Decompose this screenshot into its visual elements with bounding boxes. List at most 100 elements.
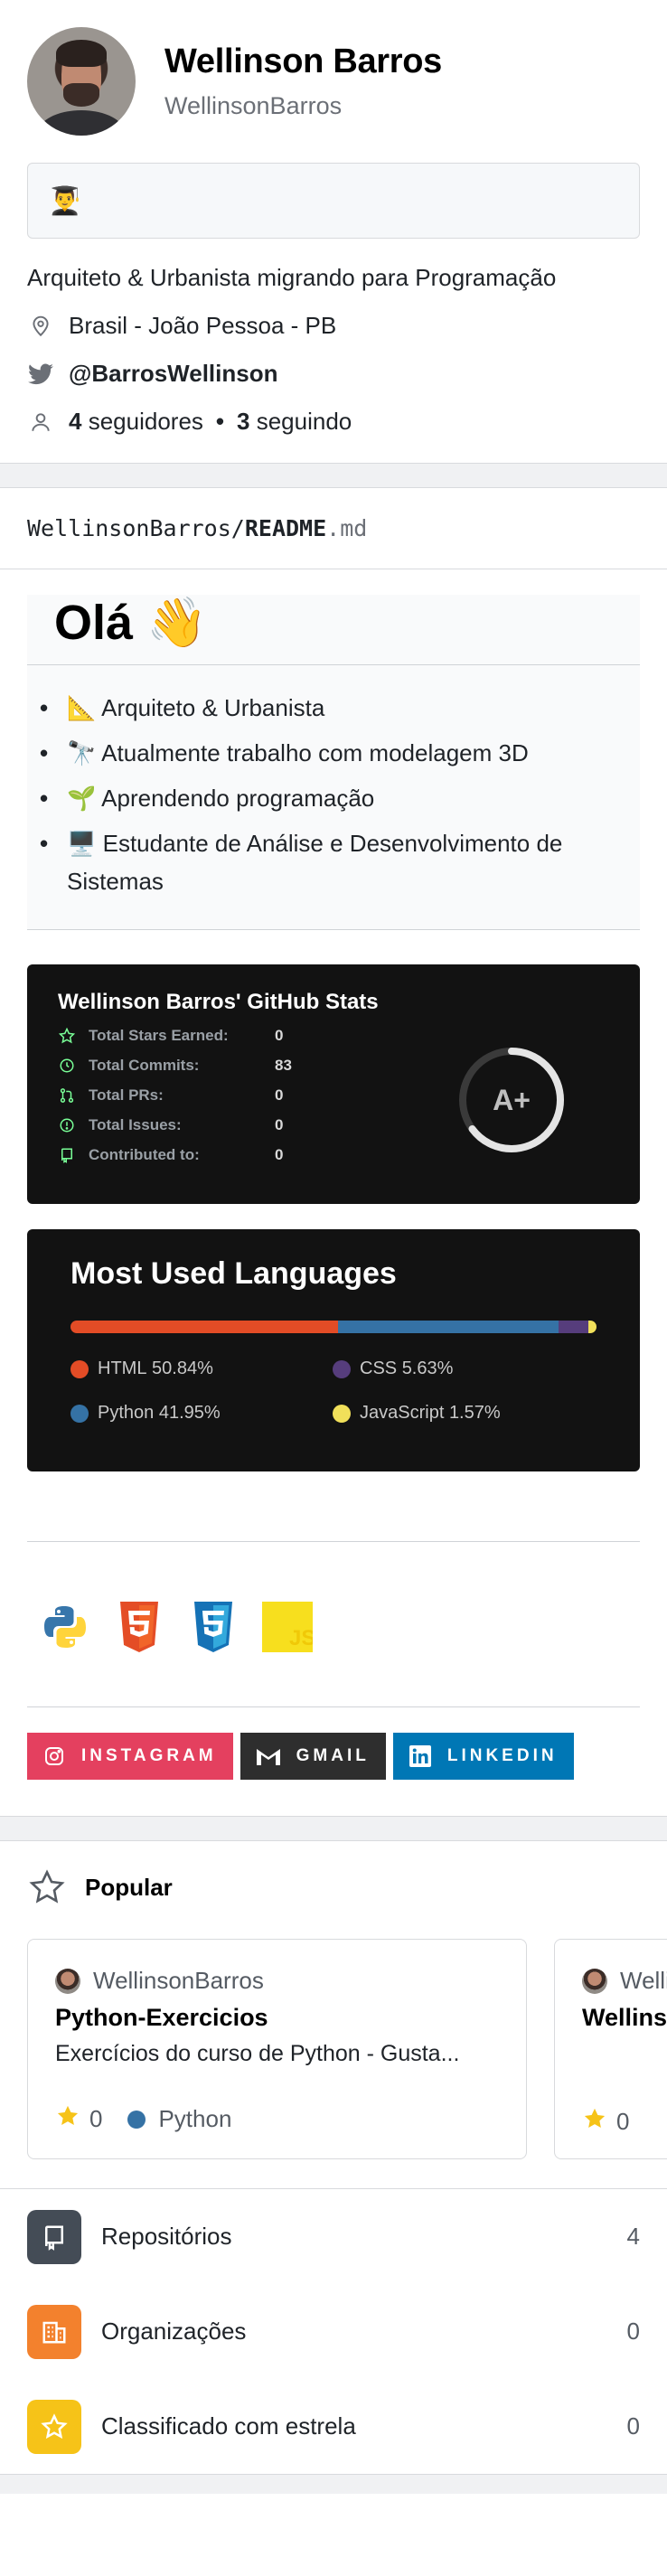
readme-ext: .md <box>326 515 368 541</box>
section-divider <box>0 1816 667 1841</box>
repo-card[interactable]: WellinsonBarros WellinsonBarros 0 <box>554 1939 667 2159</box>
language-bar-segment-html <box>70 1321 338 1333</box>
javascript-icon[interactable]: JS <box>262 1602 313 1652</box>
readme-owner[interactable]: WellinsonBarros <box>27 515 231 541</box>
stats-title: Wellinson Barros' GitHub Stats <box>58 990 379 1014</box>
popular-title: Popular <box>85 1873 173 1901</box>
gmail-badge[interactable]: GMAIL <box>240 1733 386 1780</box>
stat-value: 0 <box>275 1116 284 1133</box>
css3-icon[interactable] <box>188 1602 239 1652</box>
list-item: • 🔭 Atualmente trabalho com modelagem 3D <box>40 734 627 772</box>
summary-count: 0 <box>626 2412 640 2440</box>
summary-item-starred[interactable]: Classificado com estrela 0 <box>0 2379 667 2474</box>
svg-text:JS: JS <box>289 1626 313 1650</box>
tech-icons-row: JS <box>27 1542 640 1707</box>
github-stats-card[interactable]: Wellinson Barros' GitHub Stats Total Sta… <box>27 964 640 1204</box>
popular-repos-carousel[interactable]: WellinsonBarros Python-Exercicios Exercí… <box>27 1939 667 2159</box>
linkedin-icon <box>409 1745 431 1767</box>
repo-name[interactable]: WellinsonBarros <box>582 2004 667 2032</box>
stat-value: 83 <box>275 1057 292 1074</box>
repo-name[interactable]: Python-Exercicios <box>55 2004 499 2032</box>
pull-request-icon <box>58 1086 76 1105</box>
languages-bar <box>70 1321 597 1333</box>
languages-card[interactable]: Most Used Languages HTML 50.84% CSS 5.63… <box>27 1229 640 1471</box>
stat-label: Total Issues: <box>89 1116 182 1133</box>
language-color-dot <box>333 1359 351 1378</box>
profile-username: WellinsonBarros <box>164 92 343 119</box>
language-item-css: CSS 5.63% <box>333 1359 550 1379</box>
languages-title: Most Used Languages <box>70 1256 397 1291</box>
summary-label: Organizações <box>101 2317 247 2345</box>
linkedin-badge[interactable]: LINKEDIN <box>392 1733 574 1780</box>
list-item: • 📐 Arquiteto & Urbanista <box>40 689 627 727</box>
language-percent: 5.63% <box>401 1359 454 1378</box>
location-pin-icon <box>27 313 54 340</box>
html5-icon[interactable] <box>114 1602 164 1652</box>
status-emoji: 👨‍🎓 <box>48 185 82 216</box>
language-name: JavaScript <box>360 1403 445 1423</box>
readme-file: README <box>244 515 327 541</box>
stat-label: Total Stars Earned: <box>89 1027 229 1044</box>
bullet-text: 🌱 Aprendendo programação <box>67 785 375 812</box>
python-icon[interactable] <box>40 1602 90 1652</box>
status-box[interactable]: 👨‍🎓 <box>27 163 640 239</box>
owner-avatar <box>55 1968 80 1994</box>
repo-owner: WellinsonBarros <box>93 1967 264 1994</box>
section-divider <box>0 463 667 488</box>
readme-content: Olá 👋 • 📐 Arquiteto & Urbanista • 🔭 Atualm… <box>0 569 667 1816</box>
issue-icon <box>58 1116 76 1134</box>
followers-count[interactable]: 4 <box>69 408 81 436</box>
bullet-text: 📐 Arquiteto & Urbanista <box>67 694 325 721</box>
owner-avatar <box>582 1968 607 1994</box>
twitter-row[interactable]: @BarrosWellinson <box>27 360 640 388</box>
profile-full-name: Wellinson Barros <box>164 42 443 80</box>
organization-icon <box>27 2304 81 2359</box>
repo-description: Exercícios do curso de Python - Gusta... <box>55 2041 460 2066</box>
star-outline-icon <box>27 1868 67 1906</box>
language-bar-segment-css <box>559 1321 588 1333</box>
readme-path: WellinsonBarros/README.md <box>0 488 667 569</box>
instagram-icon <box>43 1745 65 1767</box>
star-icon <box>58 1027 76 1045</box>
summary-item-organizations[interactable]: Organizações 0 <box>0 2284 667 2379</box>
profile-header: Wellinson Barros WellinsonBarros 👨‍🎓 Arq… <box>0 0 667 463</box>
stat-value: 0 <box>275 1086 284 1104</box>
bullet-text: 🖥️ Estudante de Análise e Desenvolviment… <box>67 830 563 895</box>
summary-item-repositories[interactable]: Repositórios 4 <box>0 2189 667 2284</box>
social-badges: INSTAGRAM GMAIL LINKEDIN <box>27 1733 640 1780</box>
stat-row: Total Stars Earned: 0 <box>58 1027 609 1045</box>
star-icon <box>27 2399 81 2454</box>
repo-language: Python <box>158 2105 232 2132</box>
followers-label[interactable]: seguidores <box>89 408 203 436</box>
language-bar-segment-python <box>337 1321 559 1333</box>
summary-count: 0 <box>626 2317 640 2345</box>
star-filled-icon <box>55 2103 80 2135</box>
star-filled-icon <box>582 2106 607 2138</box>
popular-section: Popular WellinsonBarros Python-Exercicio… <box>0 1841 667 2159</box>
stat-label: Total Commits: <box>89 1057 200 1074</box>
summary-label: Repositórios <box>101 2223 232 2250</box>
repo-stars: 0 <box>89 2105 103 2132</box>
followers-row: 4 seguidores • 3 seguindo <box>27 408 640 436</box>
readme-divider <box>27 1471 640 1542</box>
following-label[interactable]: seguindo <box>257 408 352 436</box>
language-percent: 50.84% <box>152 1359 213 1378</box>
language-percent: 1.57% <box>448 1403 501 1423</box>
language-name: Python <box>98 1403 155 1423</box>
instagram-badge[interactable]: INSTAGRAM <box>27 1733 233 1780</box>
following-count[interactable]: 3 <box>237 408 249 436</box>
bullet-text: 🔭 Atualmente trabalho com modelagem 3D <box>67 739 529 766</box>
twitter-icon <box>27 361 54 388</box>
language-name: CSS <box>360 1359 398 1378</box>
repo-card[interactable]: WellinsonBarros Python-Exercicios Exercí… <box>27 1939 527 2159</box>
separator-dot: • <box>215 408 225 435</box>
language-item-javascript: JavaScript 1.57% <box>333 1403 550 1424</box>
repo-icon <box>58 1146 76 1164</box>
stat-value: 0 <box>275 1027 284 1044</box>
avatar[interactable] <box>27 27 136 136</box>
language-color-dot <box>127 2110 146 2129</box>
location-text: Brasil - João Pessoa - PB <box>69 312 337 339</box>
twitter-handle[interactable]: @BarrosWellinson <box>69 360 277 388</box>
readme-path-separator: / <box>230 515 245 541</box>
location-row: Brasil - João Pessoa - PB <box>27 312 640 340</box>
